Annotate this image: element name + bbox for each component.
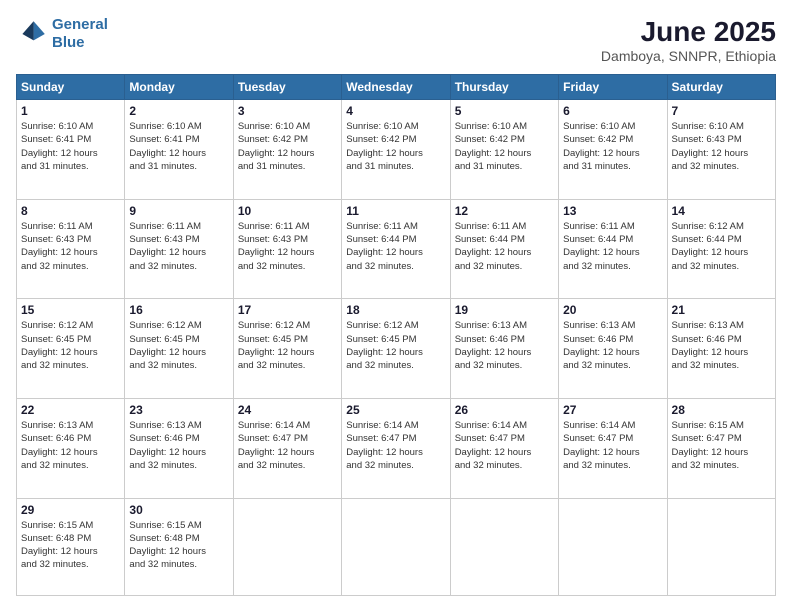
week-row-1: 1 Sunrise: 6:10 AMSunset: 6:41 PMDayligh… xyxy=(17,100,776,200)
day-24: 24 Sunrise: 6:14 AMSunset: 6:47 PMDaylig… xyxy=(233,398,341,498)
calendar-title: June 2025 xyxy=(601,16,776,48)
day-21: 21 Sunrise: 6:13 AMSunset: 6:46 PMDaylig… xyxy=(667,299,775,399)
empty-cell-3 xyxy=(450,498,558,595)
page: General Blue June 2025 Damboya, SNNPR, E… xyxy=(0,0,792,612)
header-thursday: Thursday xyxy=(450,75,558,100)
calendar-subtitle: Damboya, SNNPR, Ethiopia xyxy=(601,48,776,64)
day-23: 23 Sunrise: 6:13 AMSunset: 6:46 PMDaylig… xyxy=(125,398,233,498)
week-row-3: 15 Sunrise: 6:12 AMSunset: 6:45 PMDaylig… xyxy=(17,299,776,399)
header: General Blue June 2025 Damboya, SNNPR, E… xyxy=(16,16,776,64)
header-friday: Friday xyxy=(559,75,667,100)
day-25: 25 Sunrise: 6:14 AMSunset: 6:47 PMDaylig… xyxy=(342,398,450,498)
day-18: 18 Sunrise: 6:12 AMSunset: 6:45 PMDaylig… xyxy=(342,299,450,399)
day-26: 26 Sunrise: 6:14 AMSunset: 6:47 PMDaylig… xyxy=(450,398,558,498)
day-28: 28 Sunrise: 6:15 AMSunset: 6:47 PMDaylig… xyxy=(667,398,775,498)
logo: General Blue xyxy=(16,16,108,52)
logo-line2: Blue xyxy=(52,34,85,51)
day-14: 14 Sunrise: 6:12 AMSunset: 6:44 PMDaylig… xyxy=(667,199,775,299)
day-8: 8 Sunrise: 6:11 AMSunset: 6:43 PMDayligh… xyxy=(17,199,125,299)
logo-icon xyxy=(16,18,48,50)
logo-line1: General xyxy=(52,16,108,33)
day-7: 7 Sunrise: 6:10 AMSunset: 6:43 PMDayligh… xyxy=(667,100,775,200)
day-9: 9 Sunrise: 6:11 AMSunset: 6:43 PMDayligh… xyxy=(125,199,233,299)
day-5: 5 Sunrise: 6:10 AMSunset: 6:42 PMDayligh… xyxy=(450,100,558,200)
day-15: 15 Sunrise: 6:12 AMSunset: 6:45 PMDaylig… xyxy=(17,299,125,399)
header-saturday: Saturday xyxy=(667,75,775,100)
day-27: 27 Sunrise: 6:14 AMSunset: 6:47 PMDaylig… xyxy=(559,398,667,498)
day-17: 17 Sunrise: 6:12 AMSunset: 6:45 PMDaylig… xyxy=(233,299,341,399)
calendar-header-row: Sunday Monday Tuesday Wednesday Thursday… xyxy=(17,75,776,100)
empty-cell-2 xyxy=(342,498,450,595)
empty-cell-4 xyxy=(559,498,667,595)
header-wednesday: Wednesday xyxy=(342,75,450,100)
title-block: June 2025 Damboya, SNNPR, Ethiopia xyxy=(601,16,776,64)
week-row-4: 22 Sunrise: 6:13 AMSunset: 6:46 PMDaylig… xyxy=(17,398,776,498)
calendar-table: Sunday Monday Tuesday Wednesday Thursday… xyxy=(16,74,776,596)
day-29: 29 Sunrise: 6:15 AMSunset: 6:48 PMDaylig… xyxy=(17,498,125,595)
day-3: 3 Sunrise: 6:10 AMSunset: 6:42 PMDayligh… xyxy=(233,100,341,200)
day-11: 11 Sunrise: 6:11 AMSunset: 6:44 PMDaylig… xyxy=(342,199,450,299)
empty-cell-1 xyxy=(233,498,341,595)
week-row-2: 8 Sunrise: 6:11 AMSunset: 6:43 PMDayligh… xyxy=(17,199,776,299)
day-10: 10 Sunrise: 6:11 AMSunset: 6:43 PMDaylig… xyxy=(233,199,341,299)
day-16: 16 Sunrise: 6:12 AMSunset: 6:45 PMDaylig… xyxy=(125,299,233,399)
day-22: 22 Sunrise: 6:13 AMSunset: 6:46 PMDaylig… xyxy=(17,398,125,498)
day-1: 1 Sunrise: 6:10 AMSunset: 6:41 PMDayligh… xyxy=(17,100,125,200)
calendar-body: 1 Sunrise: 6:10 AMSunset: 6:41 PMDayligh… xyxy=(17,100,776,596)
day-20: 20 Sunrise: 6:13 AMSunset: 6:46 PMDaylig… xyxy=(559,299,667,399)
empty-cell-5 xyxy=(667,498,775,595)
day-19: 19 Sunrise: 6:13 AMSunset: 6:46 PMDaylig… xyxy=(450,299,558,399)
day-4: 4 Sunrise: 6:10 AMSunset: 6:42 PMDayligh… xyxy=(342,100,450,200)
day-2: 2 Sunrise: 6:10 AMSunset: 6:41 PMDayligh… xyxy=(125,100,233,200)
week-row-5: 29 Sunrise: 6:15 AMSunset: 6:48 PMDaylig… xyxy=(17,498,776,595)
day-13: 13 Sunrise: 6:11 AMSunset: 6:44 PMDaylig… xyxy=(559,199,667,299)
day-12: 12 Sunrise: 6:11 AMSunset: 6:44 PMDaylig… xyxy=(450,199,558,299)
header-tuesday: Tuesday xyxy=(233,75,341,100)
header-sunday: Sunday xyxy=(17,75,125,100)
day-6: 6 Sunrise: 6:10 AMSunset: 6:42 PMDayligh… xyxy=(559,100,667,200)
day-30: 30 Sunrise: 6:15 AMSunset: 6:48 PMDaylig… xyxy=(125,498,233,595)
header-monday: Monday xyxy=(125,75,233,100)
logo-text: General Blue xyxy=(52,16,108,52)
